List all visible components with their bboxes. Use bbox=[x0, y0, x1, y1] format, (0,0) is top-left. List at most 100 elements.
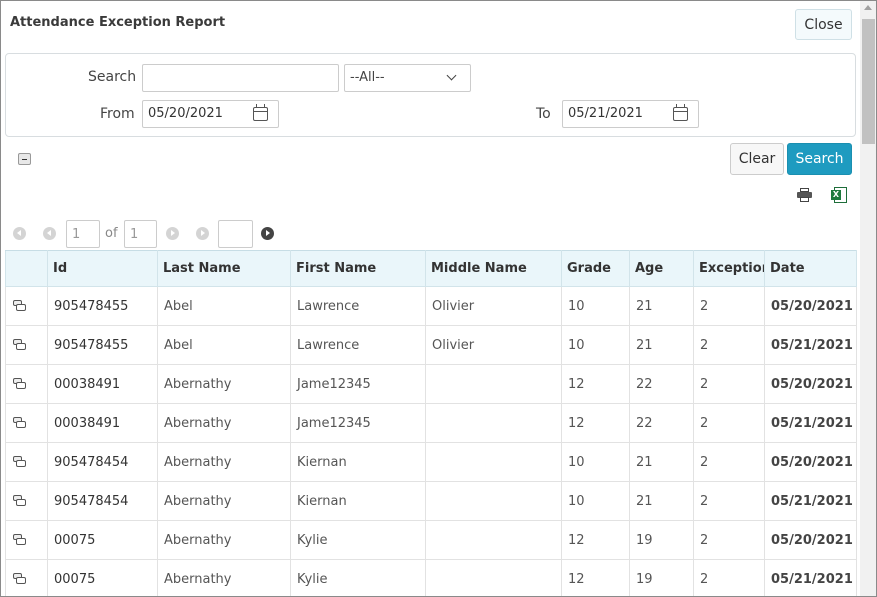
from-date-field[interactable]: 05/20/2021 bbox=[142, 100, 279, 128]
view-record-icon[interactable] bbox=[12, 534, 27, 546]
go-page-icon[interactable] bbox=[261, 227, 274, 240]
cell-last-name: Abernathy bbox=[157, 559, 291, 596]
cell-date: 05/21/2021 bbox=[764, 481, 857, 521]
cell-last-name: Abernathy bbox=[157, 364, 291, 404]
search-input[interactable] bbox=[142, 64, 339, 92]
cell-middle-name bbox=[425, 559, 562, 596]
calendar-icon[interactable] bbox=[253, 104, 268, 121]
table-row: 905478454 Abernathy Kiernan 10 21 2 05/2… bbox=[5, 442, 857, 482]
cell-grade: 10 bbox=[561, 286, 630, 326]
cell-last-name: Abel bbox=[157, 325, 291, 365]
search-button[interactable]: Search bbox=[787, 143, 852, 175]
cell-first-name: Kiernan bbox=[290, 442, 426, 482]
cell-grade: 10 bbox=[561, 442, 630, 482]
cell-last-name: Abel bbox=[157, 286, 291, 326]
cell-grade: 12 bbox=[561, 559, 630, 596]
cell-age: 21 bbox=[629, 286, 694, 326]
cell-first-name: Kylie bbox=[290, 559, 426, 596]
cell-id: 00038491 bbox=[47, 403, 158, 443]
cell-first-name: Kiernan bbox=[290, 481, 426, 521]
cell-middle-name bbox=[425, 481, 562, 521]
header-first-name[interactable]: First Name bbox=[290, 250, 426, 287]
header-age[interactable]: Age bbox=[629, 250, 694, 287]
cell-date: 05/21/2021 bbox=[764, 559, 857, 596]
cell-middle-name: Olivier bbox=[425, 325, 562, 365]
cell-date: 05/20/2021 bbox=[764, 286, 857, 326]
cell-middle-name bbox=[425, 403, 562, 443]
cell-exception: 2 bbox=[693, 364, 765, 404]
scrollbar-thumb[interactable] bbox=[862, 19, 875, 144]
view-record-icon[interactable] bbox=[12, 378, 27, 390]
close-button[interactable]: Close bbox=[795, 9, 852, 40]
search-label: Search bbox=[88, 69, 137, 85]
cell-age: 22 bbox=[629, 403, 694, 443]
total-pages-field bbox=[124, 220, 157, 248]
cell-exception: 2 bbox=[693, 442, 765, 482]
cell-id: 905478455 bbox=[47, 325, 158, 365]
print-icon[interactable] bbox=[797, 188, 812, 202]
excel-export-icon[interactable]: X bbox=[831, 187, 847, 203]
cell-last-name: Abernathy bbox=[157, 403, 291, 443]
calendar-icon[interactable] bbox=[673, 104, 688, 121]
first-page-icon[interactable] bbox=[13, 227, 26, 240]
cell-age: 19 bbox=[629, 559, 694, 596]
cell-first-name: Lawrence bbox=[290, 325, 426, 365]
filter-select-value: --All-- bbox=[350, 70, 385, 85]
cell-middle-name bbox=[425, 520, 562, 560]
filter-select[interactable]: --All-- bbox=[344, 64, 471, 92]
view-record-icon[interactable] bbox=[12, 573, 27, 585]
next-page-icon[interactable] bbox=[166, 227, 179, 240]
view-record-icon[interactable] bbox=[12, 300, 27, 312]
view-record-icon[interactable] bbox=[12, 456, 27, 468]
view-record-icon[interactable] bbox=[12, 417, 27, 429]
cell-date: 05/21/2021 bbox=[764, 403, 857, 443]
filter-panel: Search --All-- From 05/20/2021 To 05/21/… bbox=[5, 53, 856, 137]
exception-table: Id Last Name First Name Middle Name Grad… bbox=[5, 250, 857, 596]
to-label: To bbox=[536, 106, 551, 122]
header-date[interactable]: Date bbox=[764, 250, 857, 287]
page-number-input[interactable] bbox=[66, 220, 100, 248]
cell-id: 905478454 bbox=[47, 442, 158, 482]
collapse-icon[interactable] bbox=[18, 153, 31, 165]
goto-page-input[interactable] bbox=[218, 220, 253, 248]
cell-grade: 10 bbox=[561, 325, 630, 365]
from-label: From bbox=[100, 106, 135, 122]
cell-exception: 2 bbox=[693, 481, 765, 521]
cell-date: 05/20/2021 bbox=[764, 442, 857, 482]
cell-age: 22 bbox=[629, 364, 694, 404]
table-row: 00038491 Abernathy Jame12345 12 22 2 05/… bbox=[5, 364, 857, 404]
last-page-icon[interactable] bbox=[196, 227, 209, 240]
cell-first-name: Jame12345 bbox=[290, 364, 426, 404]
table-header-row: Id Last Name First Name Middle Name Grad… bbox=[5, 250, 857, 287]
header-exception[interactable]: Exception bbox=[693, 250, 765, 287]
cell-first-name: Jame12345 bbox=[290, 403, 426, 443]
view-record-icon[interactable] bbox=[12, 495, 27, 507]
table-row: 905478455 Abel Lawrence Olivier 10 21 2 … bbox=[5, 325, 857, 365]
cell-age: 21 bbox=[629, 481, 694, 521]
scroll-up-icon[interactable] bbox=[864, 5, 872, 10]
cell-age: 21 bbox=[629, 442, 694, 482]
report-window: Attendance Exception Report Close Search… bbox=[0, 0, 877, 597]
to-date-field[interactable]: 05/21/2021 bbox=[562, 100, 699, 128]
header-middle-name[interactable]: Middle Name bbox=[425, 250, 562, 287]
table-row: 905478455 Abel Lawrence Olivier 10 21 2 … bbox=[5, 286, 857, 326]
cell-age: 21 bbox=[629, 325, 694, 365]
prev-page-icon[interactable] bbox=[43, 227, 56, 240]
cell-middle-name bbox=[425, 364, 562, 404]
cell-grade: 12 bbox=[561, 520, 630, 560]
cell-first-name: Lawrence bbox=[290, 286, 426, 326]
header-grade[interactable]: Grade bbox=[561, 250, 630, 287]
header-last-name[interactable]: Last Name bbox=[157, 250, 291, 287]
table-row: 00075 Abernathy Kylie 12 19 2 05/21/2021 bbox=[5, 559, 857, 596]
header-id[interactable]: Id bbox=[47, 250, 158, 287]
view-record-icon[interactable] bbox=[12, 339, 27, 351]
cell-exception: 2 bbox=[693, 325, 765, 365]
cell-id: 905478455 bbox=[47, 286, 158, 326]
cell-grade: 12 bbox=[561, 364, 630, 404]
vertical-scrollbar[interactable] bbox=[860, 1, 876, 596]
clear-button[interactable]: Clear bbox=[730, 143, 784, 175]
cell-id: 905478454 bbox=[47, 481, 158, 521]
table-row: 00075 Abernathy Kylie 12 19 2 05/20/2021 bbox=[5, 520, 857, 560]
cell-id: 00075 bbox=[47, 520, 158, 560]
cell-middle-name bbox=[425, 442, 562, 482]
